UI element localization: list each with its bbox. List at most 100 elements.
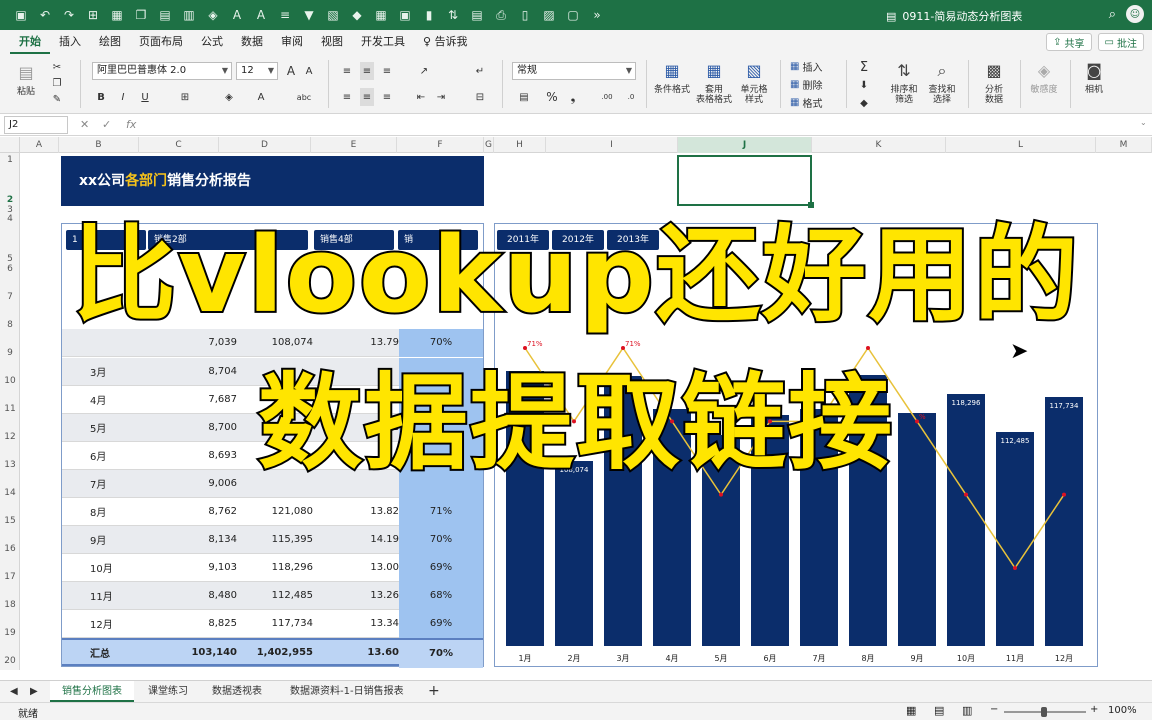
grow-font-icon[interactable]: A bbox=[284, 62, 298, 80]
more-icon[interactable]: » bbox=[586, 5, 608, 25]
column-header[interactable]: A bbox=[20, 137, 59, 153]
italic-icon[interactable]: I bbox=[116, 88, 130, 106]
column-header[interactable]: B bbox=[59, 137, 139, 153]
align-center-icon[interactable]: ≡ bbox=[360, 88, 374, 106]
align-right-icon[interactable]: ≡ bbox=[380, 88, 394, 106]
cancel-formula-icon[interactable]: ✕ bbox=[80, 118, 89, 131]
row-header[interactable]: 17 bbox=[0, 572, 20, 582]
row-header[interactable]: 16 bbox=[0, 544, 20, 554]
next-sheet-icon[interactable]: ▶ bbox=[26, 681, 42, 702]
page-break-icon[interactable]: ▥ bbox=[962, 704, 972, 717]
name-box[interactable]: J2 bbox=[4, 116, 68, 134]
clear-icon[interactable]: ◆ bbox=[856, 95, 872, 111]
paste-button[interactable]: ▤ 粘贴 bbox=[8, 62, 44, 98]
bold-icon[interactable]: B bbox=[94, 88, 108, 106]
save-icon[interactable]: ▣ bbox=[10, 5, 32, 25]
zoom-out-icon[interactable]: − bbox=[990, 704, 998, 715]
freeze-icon[interactable]: ▤ bbox=[466, 5, 488, 25]
formula-input[interactable] bbox=[146, 116, 1136, 134]
align-bottom-icon[interactable]: ≡ bbox=[380, 62, 394, 80]
column-header[interactable]: M bbox=[1096, 137, 1152, 153]
format-cells-button[interactable]: ▦ 格式 bbox=[790, 95, 822, 110]
normal-view-icon[interactable]: ▦ bbox=[906, 704, 916, 717]
selected-cell-j2[interactable] bbox=[677, 155, 814, 208]
table-format-button[interactable]: ▦ 套用 表格格式 bbox=[694, 60, 734, 106]
percent-icon[interactable]: % bbox=[544, 88, 560, 106]
cut-icon[interactable]: ✂ bbox=[50, 60, 64, 74]
shrink-font-icon[interactable]: A bbox=[302, 62, 316, 80]
font-name-select[interactable]: 阿里巴巴普惠体 2.0 ▼ bbox=[92, 62, 232, 80]
currency-icon[interactable]: ▤ bbox=[514, 88, 534, 106]
increase-decimal-icon[interactable]: .00 bbox=[598, 88, 616, 106]
column-header[interactable]: G bbox=[484, 137, 494, 153]
column-header-selected[interactable]: J bbox=[678, 137, 812, 153]
columns-icon[interactable]: ▦ bbox=[370, 5, 392, 25]
underline-icon[interactable]: U bbox=[138, 88, 152, 106]
sort-icon[interactable]: ⇅ bbox=[442, 5, 464, 25]
conditional-format-button[interactable]: ▦ 条件格式 bbox=[652, 60, 692, 96]
zoom-slider-thumb[interactable] bbox=[1041, 707, 1047, 717]
row-header-selected[interactable]: 2 bbox=[0, 195, 20, 205]
tab-view[interactable]: 视图 bbox=[312, 30, 352, 54]
sheet-tab[interactable]: 数据透视表 bbox=[200, 681, 274, 702]
row-header[interactable]: 20 bbox=[0, 656, 20, 666]
outdent-icon[interactable]: ⇥ bbox=[434, 88, 448, 106]
column-header[interactable]: D bbox=[219, 137, 311, 153]
sensitivity-button[interactable]: ◈ 敏感度 bbox=[1024, 60, 1064, 96]
undo-icon[interactable]: ↶ bbox=[34, 5, 56, 25]
tab-formulas[interactable]: 公式 bbox=[192, 30, 232, 54]
confirm-formula-icon[interactable]: ✓ bbox=[102, 118, 111, 131]
sort-filter-button[interactable]: ⇅ 排序和 筛选 bbox=[884, 60, 924, 106]
sheet-tab[interactable]: 数据源资料-1-日销售报表 bbox=[278, 681, 416, 702]
tab-review[interactable]: 审阅 bbox=[272, 30, 312, 54]
shape-icon[interactable]: ◆ bbox=[346, 5, 368, 25]
user-avatar-icon[interactable]: ☺ bbox=[1126, 5, 1144, 23]
font-shrink-icon[interactable]: A bbox=[250, 5, 272, 25]
add-sheet-button[interactable]: + bbox=[416, 681, 452, 702]
column-header[interactable]: L bbox=[946, 137, 1096, 153]
align-left-icon[interactable]: ≡ bbox=[340, 88, 354, 106]
column-header[interactable]: E bbox=[311, 137, 397, 153]
row-header[interactable]: 1 bbox=[0, 155, 20, 165]
fill-down-icon[interactable]: ⬇ bbox=[856, 77, 872, 93]
fill-handle[interactable] bbox=[808, 202, 814, 208]
row-header[interactable]: 15 bbox=[0, 516, 20, 526]
delete-cells-button[interactable]: ▦ 删除 bbox=[790, 77, 822, 92]
print-icon[interactable]: ⎙ bbox=[490, 5, 512, 25]
tab-page-layout[interactable]: 页面布局 bbox=[130, 30, 192, 54]
pdf-icon[interactable]: ▯ bbox=[514, 5, 536, 25]
prev-sheet-icon[interactable]: ◀ bbox=[6, 681, 22, 702]
row-header[interactable]: 19 bbox=[0, 628, 20, 638]
font-size-select[interactable]: 12 ▼ bbox=[236, 62, 278, 80]
insert-cells-button[interactable]: ▦ 插入 bbox=[790, 59, 822, 74]
decrease-decimal-icon[interactable]: .0 bbox=[622, 88, 640, 106]
fill-color-icon[interactable]: ◈ bbox=[222, 88, 236, 106]
row-header[interactable]: 14 bbox=[0, 488, 20, 498]
orientation-icon[interactable]: ↗ bbox=[414, 62, 434, 80]
format-painter-icon[interactable]: ⊞ bbox=[82, 5, 104, 25]
row-header[interactable]: 9 bbox=[0, 348, 20, 358]
chart-icon[interactable]: ▮ bbox=[418, 5, 440, 25]
window-icon[interactable]: ▢ bbox=[562, 5, 584, 25]
grid-icon[interactable]: ▤ bbox=[154, 5, 176, 25]
phonetic-icon[interactable]: abc bbox=[294, 88, 314, 106]
picture-icon[interactable]: ▨ bbox=[538, 5, 560, 25]
copy-icon[interactable]: ❐ bbox=[130, 5, 152, 25]
merge-cells-icon[interactable]: ⊟ bbox=[470, 88, 490, 106]
tab-insert[interactable]: 插入 bbox=[50, 30, 90, 54]
align-icon[interactable]: ≡ bbox=[274, 5, 296, 25]
tab-developer[interactable]: 开发工具 bbox=[352, 30, 414, 54]
expand-formula-icon[interactable]: ⌄ bbox=[1140, 118, 1147, 127]
column-header[interactable]: F bbox=[397, 137, 484, 153]
zoom-level[interactable]: 100% bbox=[1108, 705, 1137, 716]
tab-data[interactable]: 数据 bbox=[232, 30, 272, 54]
fill-icon[interactable]: ◈ bbox=[202, 5, 224, 25]
select-all-corner[interactable] bbox=[0, 137, 20, 153]
column-header[interactable]: I bbox=[546, 137, 678, 153]
comma-icon[interactable]: ❟ bbox=[566, 88, 580, 106]
comments-button[interactable]: ▭ 批注 bbox=[1097, 33, 1144, 51]
share-button[interactable]: ⇪ 共享 bbox=[1046, 33, 1092, 51]
sheet-tab[interactable]: 课堂练习 bbox=[136, 681, 200, 702]
indent-icon[interactable]: ⇤ bbox=[414, 88, 428, 106]
camera-button[interactable]: ◙ 相机 bbox=[1074, 60, 1114, 96]
